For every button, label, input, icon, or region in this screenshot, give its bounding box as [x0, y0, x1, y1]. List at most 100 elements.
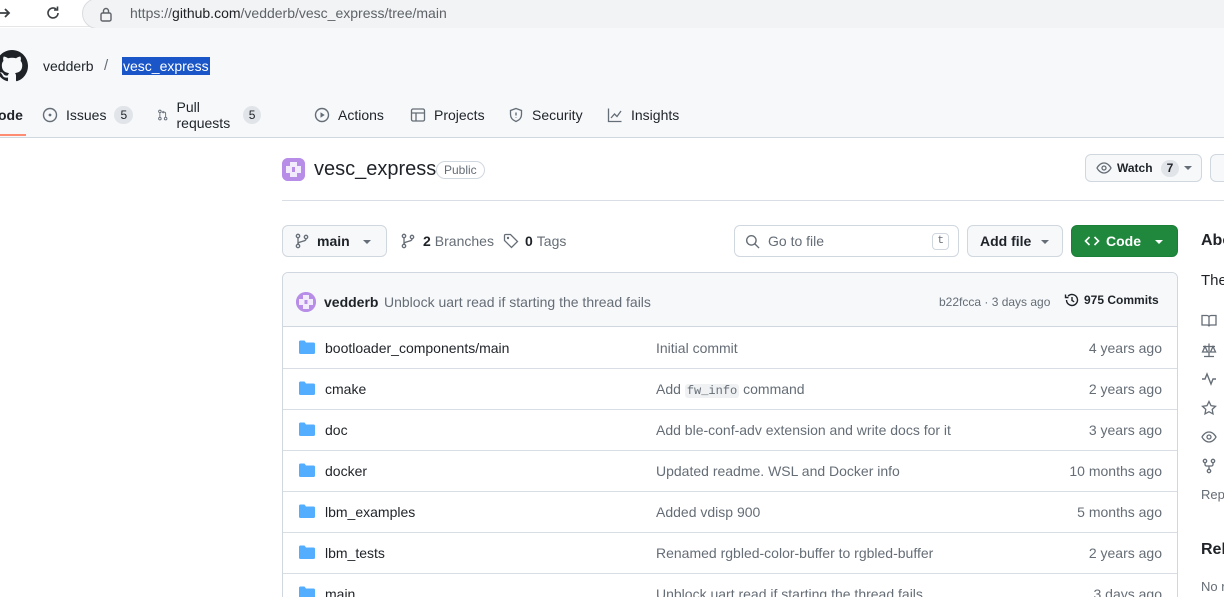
about-heading: Abo: [1201, 232, 1224, 249]
latest-commit-bar: vedderb Unblock uart read if starting th…: [283, 273, 1177, 327]
shield-icon: [509, 107, 523, 123]
url-domain: github.com: [172, 5, 241, 21]
branch-icon: [295, 233, 309, 249]
branches-count: 2: [423, 233, 431, 249]
chevron-down-icon: [1041, 240, 1049, 244]
avatar[interactable]: [296, 292, 316, 312]
repo-link[interactable]: vesc_express: [122, 57, 210, 75]
commit-message-link[interactable]: Unblock uart read if starting the thread…: [384, 294, 651, 310]
table-row[interactable]: main Unblock uart read if starting the t…: [283, 574, 1177, 597]
branches-link[interactable]: 2 Branches: [401, 233, 494, 249]
search-input[interactable]: [768, 233, 928, 249]
file-commit-date: 2 years ago: [1088, 381, 1162, 397]
code-label: Code: [1106, 233, 1141, 249]
tab-security[interactable]: Security: [508, 96, 583, 134]
watch-button[interactable]: Watch 7: [1085, 154, 1202, 182]
tab-code[interactable]: ode: [0, 96, 23, 134]
pulse-icon[interactable]: [1201, 370, 1219, 388]
lock-icon[interactable]: [99, 6, 113, 25]
watch-label: Watch: [1117, 161, 1153, 175]
url-text[interactable]: https://github.com/vedderb/vesc_express/…: [130, 5, 447, 21]
table-row[interactable]: lbm_tests Renamed rgbled-color-buffer to…: [283, 533, 1177, 574]
pull-requests-counter: 5: [242, 106, 262, 124]
go-to-file-search[interactable]: t: [734, 225, 959, 257]
file-name-link[interactable]: bootloader_components/main: [325, 340, 509, 356]
tab-insights[interactable]: Insights: [607, 96, 679, 134]
fork-button[interactable]: [1210, 154, 1224, 182]
file-commit-message-link[interactable]: Add fw_info command: [656, 381, 805, 398]
address-bar[interactable]: https://github.com/vedderb/vesc_express/…: [82, 0, 1224, 29]
commit-author-link[interactable]: vedderb: [324, 294, 378, 310]
eye-icon[interactable]: [1201, 428, 1219, 446]
file-name-link[interactable]: lbm_tests: [325, 545, 385, 561]
tab-actions[interactable]: Actions: [314, 96, 384, 134]
keyboard-shortcut-hint: t: [932, 233, 949, 250]
chevron-down-icon: [1184, 166, 1192, 170]
divider: [282, 200, 1224, 201]
file-commit-message-link[interactable]: Updated readme. WSL and Docker info: [656, 463, 900, 479]
forward-arrow-icon[interactable]: [0, 3, 14, 23]
repo-header: vedderb / vesc_express ode Issues 5 Pull…: [0, 28, 1224, 138]
repo-owner-avatar[interactable]: [282, 158, 305, 181]
file-name-link[interactable]: doc: [325, 422, 348, 438]
add-file-button[interactable]: Add file: [967, 225, 1063, 257]
graph-icon: [607, 108, 622, 123]
file-name-link[interactable]: lbm_examples: [325, 504, 415, 520]
table-icon: [410, 108, 426, 122]
folder-icon: [299, 545, 315, 559]
table-row[interactable]: lbm_examples Added vdisp 900 5 months ag…: [283, 492, 1177, 533]
file-name-link[interactable]: docker: [325, 463, 367, 479]
file-commit-date: 4 years ago: [1088, 340, 1162, 356]
eye-icon: [1096, 162, 1112, 174]
book-icon[interactable]: [1201, 312, 1219, 330]
file-commit-date: 10 months ago: [1069, 463, 1162, 479]
file-commit-date: 3 days ago: [1093, 586, 1163, 597]
tag-icon: [503, 233, 519, 249]
fork-icon[interactable]: [1201, 457, 1219, 475]
code-button[interactable]: Code: [1071, 225, 1178, 257]
tab-pull-requests[interactable]: Pull requests 5: [157, 96, 262, 134]
issue-icon: [42, 107, 58, 123]
file-commit-message-link[interactable]: Added vdisp 900: [656, 504, 760, 520]
owner-link[interactable]: vedderb: [43, 58, 94, 74]
file-commit-message-link[interactable]: Initial commit: [656, 340, 738, 356]
folder-icon: [299, 340, 315, 354]
tags-count: 0: [525, 233, 533, 249]
commit-message-text: Add: [656, 381, 685, 397]
tab-projects[interactable]: Projects: [410, 96, 485, 134]
file-table: vedderb Unblock uart read if starting th…: [282, 272, 1178, 597]
star-icon[interactable]: [1201, 399, 1219, 417]
scale-icon[interactable]: [1201, 341, 1219, 359]
folder-icon: [299, 463, 315, 477]
file-commit-message-link[interactable]: Renamed rgbled-color-buffer to rgbled-bu…: [656, 545, 933, 561]
table-row[interactable]: doc Add ble-conf-adv extension and write…: [283, 410, 1177, 451]
commit-sha-time[interactable]: b22fcca · 3 days ago: [939, 295, 1050, 309]
table-row[interactable]: docker Updated readme. WSL and Docker in…: [283, 451, 1177, 492]
tab-label: Actions: [338, 107, 384, 123]
releases-empty-text: No r: [1201, 579, 1224, 594]
tab-issues[interactable]: Issues 5: [42, 96, 134, 134]
file-commit-message-link[interactable]: Unblock uart read if starting the thread…: [656, 586, 923, 597]
file-commit-date: 5 months ago: [1077, 504, 1162, 520]
file-name-link[interactable]: main: [325, 586, 355, 597]
file-commit-date: 2 years ago: [1088, 545, 1162, 561]
search-icon: [745, 234, 760, 249]
repo-title[interactable]: vesc_express: [314, 158, 436, 181]
reload-icon[interactable]: [43, 3, 63, 23]
branch-selector[interactable]: main: [282, 225, 387, 257]
file-name-link[interactable]: cmake: [325, 381, 366, 397]
commits-history-link[interactable]: 975 Commits: [1064, 292, 1159, 308]
table-row[interactable]: bootloader_components/main Initial commi…: [283, 328, 1177, 369]
about-description: The: [1201, 272, 1224, 289]
report-repository-link[interactable]: Rep: [1201, 487, 1224, 502]
tab-label: Projects: [434, 107, 485, 123]
file-commit-message-link[interactable]: Add ble-conf-adv extension and write doc…: [656, 422, 951, 438]
tags-link[interactable]: 0 Tags: [503, 233, 566, 249]
releases-heading[interactable]: Rel: [1201, 541, 1224, 559]
commit-message-text: command: [739, 381, 805, 397]
table-row[interactable]: cmake Add fw_info command 2 years ago: [283, 369, 1177, 410]
file-commit-date: 3 years ago: [1088, 422, 1162, 438]
url-path: /vedderb/vesc_express/tree/main: [240, 5, 447, 21]
github-logo-icon[interactable]: [0, 50, 28, 85]
tab-label: ode: [0, 107, 23, 123]
